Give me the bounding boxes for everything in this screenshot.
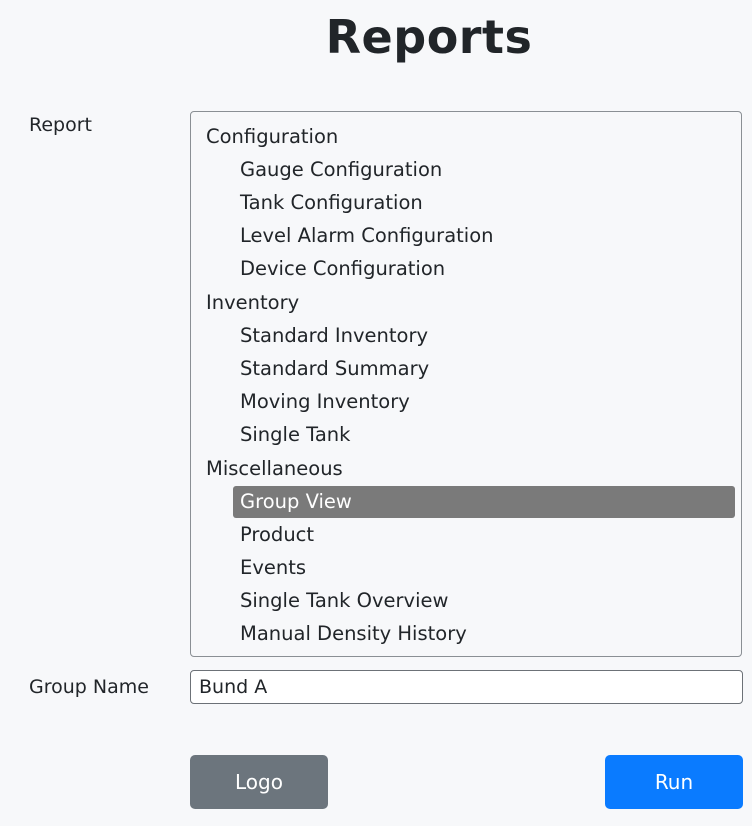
- page-title: Reports: [325, 10, 533, 64]
- group-name-input[interactable]: [190, 670, 743, 704]
- run-button[interactable]: Run: [605, 755, 743, 809]
- option-single-tank[interactable]: Single Tank: [233, 419, 735, 451]
- option-moving-inventory[interactable]: Moving Inventory: [233, 386, 735, 418]
- group-name-label: Group Name: [29, 676, 149, 698]
- logo-button[interactable]: Logo: [190, 755, 328, 809]
- option-standard-summary[interactable]: Standard Summary: [233, 353, 735, 385]
- optgroup-configuration: Configuration: [206, 125, 339, 148]
- option-tank-configuration[interactable]: Tank Configuration: [233, 187, 735, 219]
- option-manual-density-history[interactable]: Manual Density History: [233, 618, 735, 650]
- option-level-alarm-configuration[interactable]: Level Alarm Configuration: [233, 220, 735, 252]
- option-events[interactable]: Events: [233, 552, 735, 584]
- option-gauge-configuration[interactable]: Gauge Configuration: [233, 154, 735, 186]
- option-single-tank-overview[interactable]: Single Tank Overview: [233, 585, 735, 617]
- option-product[interactable]: Product: [233, 519, 735, 551]
- report-listbox[interactable]: Configuration Gauge Configuration Tank C…: [190, 111, 742, 657]
- report-label: Report: [29, 114, 92, 136]
- option-group-view[interactable]: Group View: [233, 486, 735, 518]
- option-device-configuration[interactable]: Device Configuration: [233, 253, 735, 285]
- optgroup-miscellaneous: Miscellaneous: [206, 457, 343, 480]
- optgroup-inventory: Inventory: [206, 291, 300, 314]
- option-standard-inventory[interactable]: Standard Inventory: [233, 320, 735, 352]
